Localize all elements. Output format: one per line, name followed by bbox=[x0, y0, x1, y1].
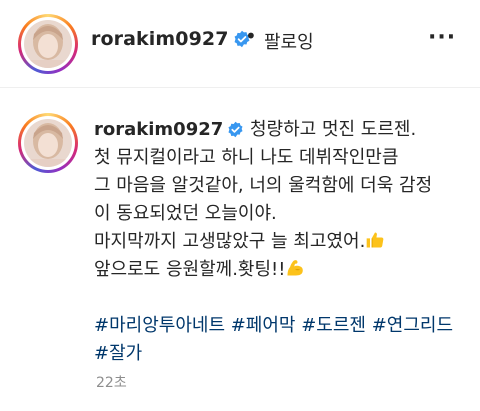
post-timestamp[interactable]: 22초 bbox=[96, 372, 127, 392]
caption-username[interactable]: rorakim0927 bbox=[94, 119, 223, 140]
more-options-icon[interactable]: ··· bbox=[428, 27, 456, 49]
caption-line: 앞으로도 응원할께.홧팅!! bbox=[94, 256, 474, 284]
header-separator: • bbox=[245, 24, 257, 48]
post-caption: rorakim0927 청량하고 멋진 도르젠. 첫 뮤지컬이라고 하니 나도 … bbox=[94, 116, 474, 368]
caption-text: 이 동요되었던 오늘이야. bbox=[94, 203, 277, 224]
caption-text: 마지막까지 고생많았구 늘 최고였어. bbox=[94, 231, 366, 252]
caption-text: 그 마음을 알것같아, 너의 울컥함에 더욱 감정 bbox=[94, 175, 433, 196]
verified-badge-icon bbox=[228, 121, 243, 138]
caption-line: rorakim0927 청량하고 멋진 도르젠. bbox=[94, 116, 474, 144]
flexed-biceps-icon bbox=[287, 260, 304, 276]
caption-line: 마지막까지 고생많았구 늘 최고였어. bbox=[94, 228, 474, 256]
caption-text: 첫 뮤지컬이라고 하니 나도 데뷔작인만큼 bbox=[94, 147, 399, 168]
caption-avatar-ring[interactable] bbox=[18, 113, 78, 173]
header-username[interactable]: rorakim0927 bbox=[91, 28, 251, 50]
caption-text: 앞으로도 응원할께.홧팅!! bbox=[94, 259, 286, 280]
caption-text: 청량하고 멋진 도르젠. bbox=[250, 119, 417, 140]
caption-avatar[interactable] bbox=[24, 119, 72, 167]
hashtag-link[interactable]: #잘가 bbox=[94, 340, 474, 368]
avatar-story-ring[interactable] bbox=[18, 14, 78, 74]
thumbs-up-icon bbox=[366, 232, 384, 248]
avatar[interactable] bbox=[24, 20, 72, 68]
following-button[interactable]: 팔로잉 bbox=[264, 28, 314, 54]
post-header: rorakim0927 • 팔로잉 ··· bbox=[0, 0, 480, 88]
hashtag-links[interactable]: #마리앙투아네트 #페어막 #도르젠 #연그리드 bbox=[94, 312, 474, 340]
